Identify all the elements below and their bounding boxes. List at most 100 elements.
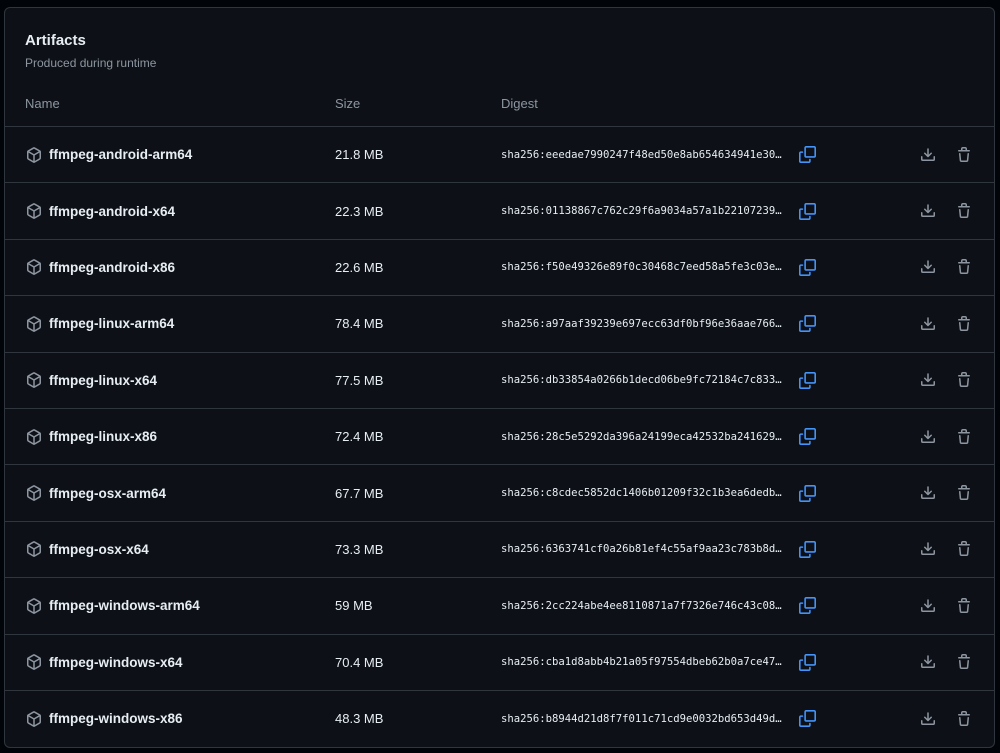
artifact-row: ffmpeg-linux-arm64 78.4 MB sha256:a97aaf…	[5, 295, 994, 351]
artifact-digest: sha256:b8944d21d8f7f011c71cd9e0032bd653d…	[501, 712, 782, 725]
delete-button[interactable]	[953, 426, 975, 448]
artifact-name-link[interactable]: ffmpeg-osx-x64	[49, 542, 149, 557]
copy-digest-button[interactable]	[797, 652, 817, 672]
download-icon	[921, 147, 935, 161]
artifact-name-link[interactable]: ffmpeg-android-x86	[49, 260, 175, 275]
download-icon	[921, 373, 935, 387]
artifact-digest: sha256:2cc224abe4ee8110871a7f7326e746c43…	[501, 599, 782, 612]
artifacts-panel: Artifacts Produced during runtime Name S…	[4, 7, 995, 748]
artifact-digest: sha256:eeedae7990247f48ed50e8ab654634941…	[501, 148, 782, 161]
artifact-name-link[interactable]: ffmpeg-linux-x64	[49, 373, 157, 388]
download-button[interactable]	[917, 482, 939, 504]
artifact-size: 21.8 MB	[335, 147, 384, 163]
copy-digest-button[interactable]	[797, 257, 817, 277]
download-icon	[921, 542, 935, 556]
download-button[interactable]	[917, 200, 939, 222]
artifact-size: 73.3 MB	[335, 541, 384, 557]
download-button[interactable]	[917, 144, 939, 166]
package-icon	[26, 146, 42, 163]
copy-icon	[798, 653, 816, 671]
download-icon	[921, 429, 935, 443]
download-button[interactable]	[917, 708, 939, 730]
download-button[interactable]	[917, 313, 939, 335]
download-icon	[921, 204, 935, 218]
artifact-row: ffmpeg-android-x64 22.3 MB sha256:011388…	[5, 182, 994, 238]
copy-digest-button[interactable]	[797, 201, 817, 221]
copy-digest-button[interactable]	[797, 596, 817, 616]
download-icon	[921, 260, 935, 274]
trash-icon	[958, 259, 970, 275]
download-button[interactable]	[917, 426, 939, 448]
delete-button[interactable]	[953, 708, 975, 730]
artifact-name-link[interactable]: ffmpeg-android-x64	[49, 204, 175, 219]
artifact-size: 67.7 MB	[335, 485, 384, 501]
package-icon	[26, 372, 42, 389]
package-icon	[26, 428, 42, 445]
artifact-row: ffmpeg-osx-x64 73.3 MB sha256:6363741cf0…	[5, 520, 994, 577]
trash-icon	[958, 541, 970, 557]
artifact-row: ffmpeg-linux-x64 77.5 MB sha256:db33854a…	[5, 351, 994, 408]
column-header-name: Name	[25, 96, 60, 111]
download-icon	[921, 711, 935, 725]
artifact-digest: sha256:f50e49326e89f0c30468c7eed58a5fe3c…	[501, 261, 782, 274]
column-header-size: Size	[335, 96, 361, 111]
delete-button[interactable]	[953, 595, 975, 617]
artifact-name-link[interactable]: ffmpeg-windows-arm64	[49, 598, 200, 613]
artifact-digest: sha256:cba1d8abb4b21a05f97554dbeb62b0a7c…	[501, 656, 782, 669]
delete-button[interactable]	[953, 313, 975, 335]
artifact-name-link[interactable]: ffmpeg-linux-x86	[49, 429, 157, 444]
download-button[interactable]	[917, 651, 939, 673]
package-icon	[26, 710, 42, 727]
copy-icon	[798, 484, 816, 502]
download-button[interactable]	[917, 538, 939, 560]
artifact-name-link[interactable]: ffmpeg-osx-arm64	[49, 486, 166, 501]
copy-icon	[798, 428, 816, 446]
artifact-size: 59 MB	[335, 598, 373, 614]
delete-button[interactable]	[953, 144, 975, 166]
package-icon	[26, 541, 42, 558]
panel-header: Artifacts Produced during runtime	[25, 32, 156, 70]
trash-icon	[958, 485, 970, 501]
download-icon	[921, 486, 935, 500]
artifact-name-link[interactable]: ffmpeg-android-arm64	[49, 147, 192, 162]
package-icon	[26, 597, 42, 614]
copy-digest-button[interactable]	[797, 539, 817, 559]
copy-digest-button[interactable]	[797, 314, 817, 334]
column-header-digest: Digest	[501, 96, 538, 111]
package-icon	[26, 316, 42, 332]
copy-digest-button[interactable]	[797, 709, 817, 729]
artifact-digest: sha256:01138867c762c29f6a9034a57a1b22107…	[501, 205, 782, 218]
copy-icon	[798, 710, 816, 728]
artifact-size: 22.6 MB	[335, 259, 384, 275]
trash-icon	[958, 428, 970, 444]
copy-digest-button[interactable]	[797, 483, 817, 503]
download-button[interactable]	[917, 369, 939, 391]
artifact-list: ffmpeg-android-arm64 21.8 MB sha256:eeed…	[5, 126, 994, 746]
package-icon	[26, 259, 42, 276]
panel-subtitle: Produced during runtime	[25, 56, 157, 70]
delete-button[interactable]	[953, 256, 975, 278]
download-icon	[921, 655, 935, 669]
delete-button[interactable]	[953, 651, 975, 673]
delete-button[interactable]	[953, 369, 975, 391]
download-icon	[921, 599, 935, 612]
delete-button[interactable]	[953, 482, 975, 504]
artifact-row: ffmpeg-osx-arm64 67.7 MB sha256:c8cdec58…	[5, 464, 994, 520]
artifact-name-link[interactable]: ffmpeg-linux-arm64	[49, 316, 174, 331]
copy-digest-button[interactable]	[797, 145, 817, 165]
delete-button[interactable]	[953, 200, 975, 222]
trash-icon	[958, 597, 970, 613]
copy-digest-button[interactable]	[797, 427, 817, 447]
download-button[interactable]	[917, 595, 939, 617]
artifact-digest: sha256:c8cdec5852dc1406b01209f32c1b3ea6d…	[501, 487, 782, 500]
artifact-name-link[interactable]: ffmpeg-windows-x86	[49, 711, 183, 726]
trash-icon	[958, 315, 970, 331]
delete-button[interactable]	[953, 538, 975, 560]
artifact-size: 22.3 MB	[335, 203, 384, 219]
artifact-name-link[interactable]: ffmpeg-windows-x64	[49, 655, 183, 670]
artifact-row: ffmpeg-android-arm64 21.8 MB sha256:eeed…	[5, 126, 994, 182]
artifact-row: ffmpeg-linux-x86 72.4 MB sha256:28c5e529…	[5, 407, 994, 464]
copy-digest-button[interactable]	[797, 370, 817, 390]
download-button[interactable]	[917, 256, 939, 278]
package-icon	[26, 203, 42, 219]
